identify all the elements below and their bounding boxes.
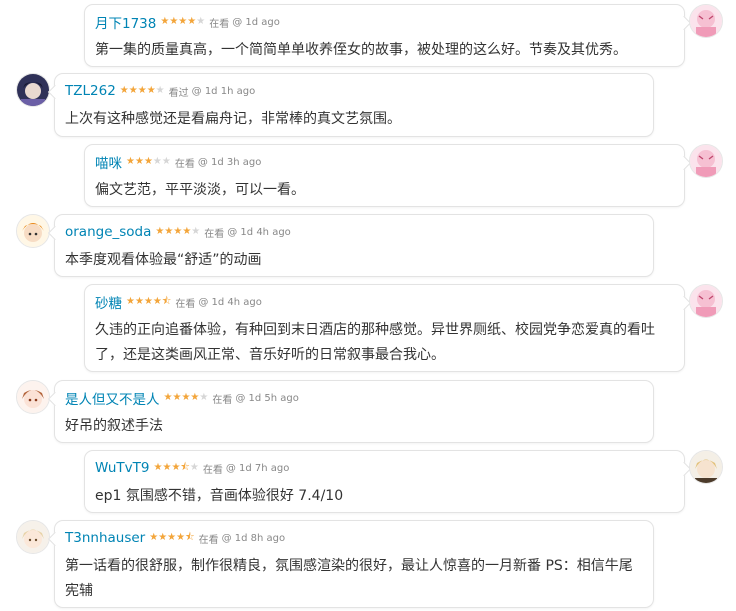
star-icon: ★	[190, 392, 200, 403]
star-icon: ★	[196, 16, 206, 27]
rating-stars: ★ ★ ★ ★ ⯪	[126, 297, 171, 307]
star-icon: ★	[167, 532, 177, 543]
star-icon: ★	[163, 392, 173, 403]
brown-hair-avatar[interactable]	[16, 380, 50, 414]
username-link[interactable]: WuTvT9	[95, 460, 150, 476]
username-link[interactable]: 喵咪	[95, 152, 122, 172]
username-link[interactable]: TZL262	[65, 83, 116, 99]
star-icon: ★	[158, 532, 168, 543]
star-icon: ★	[191, 226, 201, 237]
star-icon: ★	[155, 226, 165, 237]
comment-time: @ 1d 1h ago	[191, 85, 256, 97]
comment-text: 好吊的叙述手法	[65, 418, 163, 434]
star-icon: ★	[182, 226, 192, 237]
rating-stars: ★ ★ ★ ★ ⯪	[149, 533, 194, 543]
comment-text: 久违的正向追番体验，有种回到末日酒店的那种感觉。异世界厕纸、校园党争恋爱真的看吐…	[95, 322, 655, 363]
comment-time: @ 1d 4h ago	[227, 226, 291, 238]
star-icon: ⯪	[185, 532, 195, 543]
comment-text: 第一话看的很舒服，制作很精良，氛围感渲染的很好，最让人惊喜的一月新番 PS：相信…	[65, 558, 633, 599]
dark-anime-avatar[interactable]	[16, 73, 50, 107]
star-icon: ★	[169, 16, 179, 27]
star-icon: ⯪	[161, 296, 172, 307]
star-icon: ★	[119, 85, 129, 96]
star-icon: ★	[128, 85, 138, 96]
rating-stars: ★ ★ ★ ⯪ ★	[154, 463, 199, 473]
comment-bubble: T3nnhauser ★ ★ ★ ★ ⯪ 在看 @ 1d 8h ago 第一话看的很舒服…	[54, 520, 654, 608]
watch-status: 在看	[198, 534, 219, 546]
star-icon: ★	[152, 156, 162, 167]
star-icon: ★	[126, 156, 135, 167]
comment-bubble: orange_soda ★ ★ ★ ★ ★ 在看 @ 1d 4h ago 本季度观看体验…	[54, 214, 654, 277]
watch-status: 在看	[204, 228, 225, 240]
star-icon: ⯪	[180, 462, 190, 473]
star-icon: ★	[176, 532, 186, 543]
star-icon: ★	[172, 392, 182, 403]
comment-bubble: 是人但又不是人 ★ ★ ★ ★ ★ 在看 @ 1d 5h ago 好吊的叙述手法	[54, 380, 654, 443]
pink-avatar[interactable]	[689, 284, 723, 318]
star-icon: ★	[161, 156, 171, 167]
username-link[interactable]: 是人但又不是人	[65, 388, 160, 408]
username-link[interactable]: 月下1738	[95, 12, 156, 32]
comment-time: @ 1d 4h ago	[198, 296, 262, 308]
star-icon: ★	[162, 462, 172, 473]
watch-status: 在看	[175, 298, 196, 310]
star-icon: ★	[134, 156, 144, 167]
pink-avatar[interactable]	[689, 4, 723, 38]
rating-stars: ★ ★ ★ ★ ★	[164, 393, 209, 403]
watch-status: 看过	[168, 87, 189, 99]
star-icon: ★	[171, 462, 181, 473]
comment-time: @ 1d 3h ago	[197, 156, 262, 168]
comment-text: 上次有这种感觉还是看扁舟记，非常棒的真文艺氛围。	[65, 111, 401, 127]
comment-bubble: 砂糖 ★ ★ ★ ★ ⯪ 在看 @ 1d 4h ago 久违的正向追番体验，有种回到末日…	[84, 284, 685, 372]
username-link[interactable]: orange_soda	[65, 224, 151, 240]
blonde-hair-avatar[interactable]	[689, 450, 723, 484]
comment-time: @ 1d 7h ago	[225, 462, 290, 474]
star-icon: ★	[160, 16, 170, 27]
star-icon: ★	[146, 85, 156, 96]
comment-bubble: 月下1738 ★ ★ ★ ★ ★ 在看 @ 1d ago 第一集的质量真高，一个简简单单…	[84, 4, 685, 67]
light-hair-avatar[interactable]	[16, 520, 50, 554]
star-icon: ★	[143, 296, 153, 307]
star-icon: ★	[134, 296, 144, 307]
star-icon: ★	[189, 462, 199, 473]
star-icon: ★	[164, 226, 174, 237]
rating-stars: ★ ★ ★ ★ ★	[160, 17, 205, 27]
star-icon: ★	[143, 156, 153, 167]
comment-bubble: TZL262 ★ ★ ★ ★ ★ 看过 @ 1d 1h ago 上次有这种感觉还是看扁舟…	[54, 73, 654, 137]
rating-stars: ★ ★ ★ ★ ★	[155, 227, 200, 237]
comment-text: ep1 氛围感不错，音画体验很好 7.4/10	[95, 488, 344, 504]
rating-stars: ★ ★ ★ ★ ★	[126, 157, 171, 167]
star-icon: ★	[137, 85, 147, 96]
comment-bubble: 喵咪 ★ ★ ★ ★ ★ 在看 @ 1d 3h ago 偏文艺范，平平淡淡，可以一看。	[84, 144, 685, 207]
star-icon: ★	[199, 392, 209, 403]
pink-avatar[interactable]	[689, 144, 723, 178]
username-link[interactable]: T3nnhauser	[65, 530, 145, 546]
comment-text: 第一集的质量真高，一个简简单单收养侄女的故事，被处理的这么好。节奏及其优秀。	[95, 42, 627, 58]
comment-text: 本季度观看体验最“舒适”的动画	[65, 252, 262, 268]
comment-text: 偏文艺范，平平淡淡，可以一看。	[95, 182, 305, 198]
star-icon: ★	[173, 226, 183, 237]
rating-stars: ★ ★ ★ ★ ★	[120, 86, 165, 96]
star-icon: ★	[153, 462, 163, 473]
comment-time: @ 1d 8h ago	[221, 532, 286, 544]
comment-bubble: WuTvT9 ★ ★ ★ ⯪ ★ 在看 @ 1d 7h ago ep1 氛围感不错，音画…	[84, 450, 685, 513]
star-icon: ★	[178, 16, 188, 27]
watch-status: 在看	[209, 18, 230, 30]
username-link[interactable]: 砂糖	[95, 292, 122, 312]
orange-hair-avatar[interactable]	[16, 214, 50, 248]
star-icon: ★	[152, 296, 162, 307]
star-icon: ★	[181, 392, 191, 403]
comment-time: @ 1d 5h ago	[235, 392, 299, 404]
watch-status: 在看	[202, 464, 223, 476]
star-icon: ★	[149, 532, 159, 543]
star-icon: ★	[187, 16, 197, 27]
watch-status: 在看	[212, 394, 233, 406]
comment-time: @ 1d ago	[232, 16, 280, 28]
star-icon: ★	[126, 296, 135, 307]
watch-status: 在看	[174, 158, 195, 170]
star-icon: ★	[155, 85, 165, 96]
